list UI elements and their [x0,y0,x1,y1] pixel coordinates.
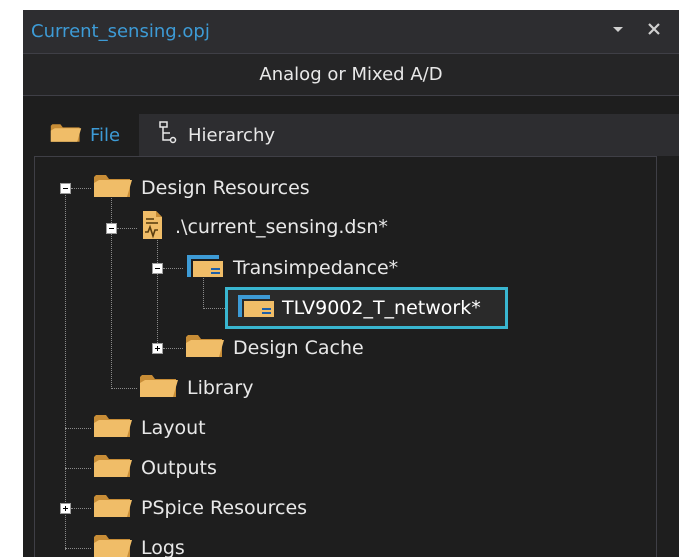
tree-item-design-file[interactable]: .\current_sensing.dsn* [141,212,388,242]
schematic-page-icon [236,293,276,323]
tree-item-outputs[interactable]: Outputs [93,453,217,483]
project-tree: Design Resources .\current_sensing.dsn* … [34,156,657,557]
tree-item-logs[interactable]: Logs [93,533,185,557]
tree-connector [71,508,91,509]
expand-toggle[interactable] [60,503,71,514]
tree-item-schematic[interactable]: Transimpedance* [185,253,398,283]
chevron-down-icon[interactable] [611,20,625,41]
folder-icon [93,173,133,203]
collapse-toggle[interactable] [60,183,71,194]
tree-connector [65,468,91,469]
tab-hierarchy[interactable]: Hierarchy [144,114,304,156]
tree-connector [111,185,112,389]
tree-connector [71,188,91,189]
tab-bar: File Hierarchy [34,114,679,156]
tab-hierarchy-label: Hierarchy [188,124,276,146]
tab-file-label: File [90,124,121,146]
tree-item-design-cache[interactable]: Design Cache [185,333,364,363]
expand-toggle[interactable] [152,343,163,354]
tree-item-pspice-resources[interactable]: PSpice Resources [93,493,307,523]
folder-icon [50,122,82,149]
tree-item-design-resources[interactable]: Design Resources [93,173,310,203]
schematic-folder-icon [185,253,225,283]
project-manager-panel: Current_sensing.opj Analog or Mixed A/D … [23,10,679,557]
folder-icon [139,373,179,403]
design-file-icon [141,210,163,244]
tree-connector [65,428,91,429]
panel-title-bar: Current_sensing.opj [23,10,679,54]
tree-connector [203,308,229,309]
project-type-label: Analog or Mixed A/D [23,54,679,96]
tree-item-library[interactable]: Library [139,373,253,403]
project-title: Current_sensing.opj [31,21,210,42]
collapse-toggle[interactable] [152,263,163,274]
tree-connector [117,228,137,229]
hierarchy-icon [158,120,180,150]
collapse-toggle[interactable] [106,223,117,234]
folder-icon [93,453,133,483]
folder-icon [93,533,133,557]
folder-icon [93,413,133,443]
tree-connector [65,548,91,549]
tree-item-layout[interactable]: Layout [93,413,206,443]
tree-connector [163,348,183,349]
close-icon[interactable] [647,20,661,41]
tab-file[interactable]: File [34,114,139,156]
tree-connector [65,185,66,550]
tree-connector [111,388,137,389]
folder-icon [93,493,133,523]
folder-icon [185,333,225,363]
tree-item-schematic-page[interactable]: TLV9002_T_network* [225,287,508,329]
tree-connector [163,268,183,269]
